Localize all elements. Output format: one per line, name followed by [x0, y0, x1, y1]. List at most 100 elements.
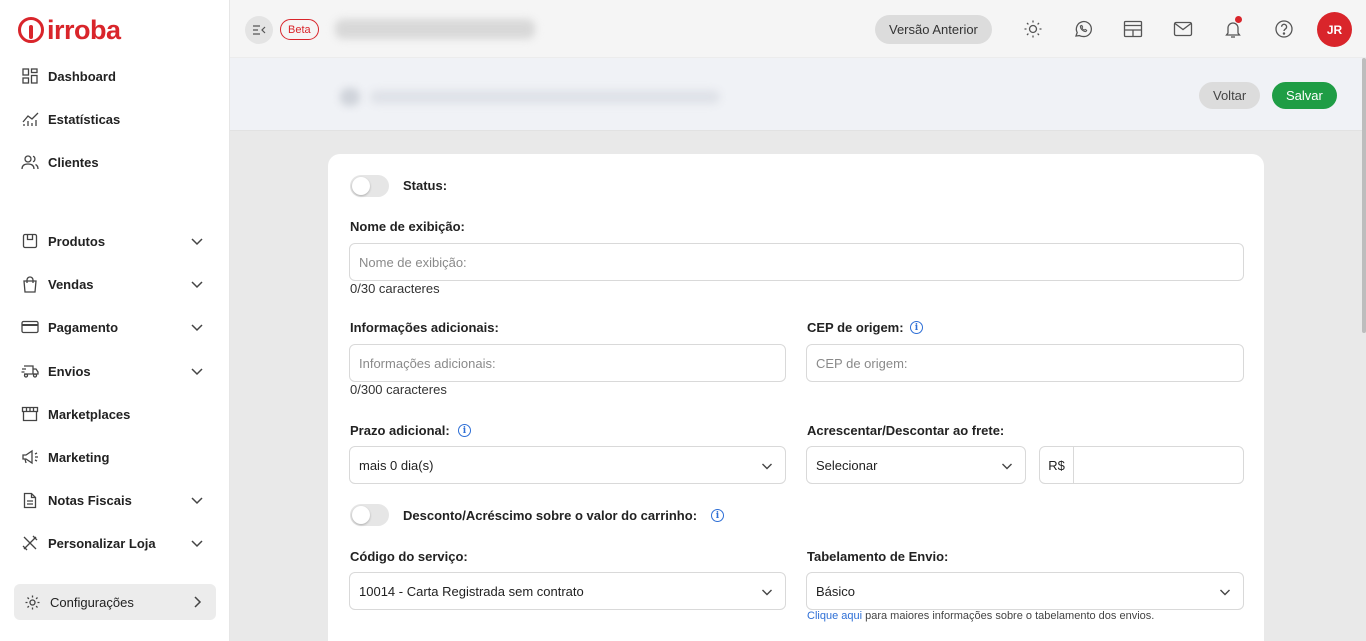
users-icon [20, 152, 40, 172]
sidebar-item-label: Pagamento [48, 319, 119, 335]
chevron-down-icon [762, 463, 772, 470]
display-name-input[interactable]: Nome de exibição: [349, 243, 1244, 281]
invoice-icon [20, 490, 40, 510]
status-label: Status: [403, 178, 448, 193]
sidebar-item-envios[interactable]: Envios [14, 354, 216, 388]
extra-time-value: mais 0 dia(s) [359, 457, 434, 473]
brand-logo-mark [18, 17, 44, 43]
sidebar-item-clientes[interactable]: Clientes [14, 145, 216, 179]
status-toggle[interactable] [350, 175, 389, 197]
cart-discount-toggle[interactable] [350, 504, 389, 526]
sidebar-item-marketing[interactable]: Marketing [14, 440, 216, 474]
whatsapp-icon[interactable] [1072, 18, 1094, 40]
layout-icon[interactable] [1122, 18, 1144, 40]
origin-cep-label: CEP de origem: [807, 320, 904, 335]
chevron-down-icon [191, 238, 203, 246]
chevron-down-icon [191, 281, 203, 289]
mail-icon[interactable] [1172, 18, 1194, 40]
sidebar-item-pagamento[interactable]: Pagamento [14, 310, 216, 344]
beta-badge: Beta [280, 19, 319, 40]
store-icon [20, 404, 40, 424]
chevron-right-icon [194, 596, 202, 608]
sidebar-item-marketplaces[interactable]: Marketplaces [14, 397, 216, 431]
sidebar-item-personalizar-loja[interactable]: Personalizar Loja [14, 526, 216, 560]
service-code-value: 10014 - Carta Registrada sem contrato [359, 583, 584, 599]
sidebar-item-label: Produtos [48, 233, 106, 249]
chevron-down-icon [191, 368, 203, 376]
extra-time-select[interactable]: mais 0 dia(s) [349, 446, 786, 484]
freight-adjust-label: Acrescentar/Descontar ao frete: [807, 423, 1005, 438]
sun-icon[interactable] [1022, 18, 1044, 40]
store-name-redacted [335, 19, 535, 39]
collapse-menu-icon [253, 25, 266, 35]
sidebar-item-label: Notas Fiscais [48, 492, 132, 508]
brand-logo[interactable]: irroba [18, 14, 121, 46]
dashboard-icon [20, 66, 40, 86]
gear-icon [22, 592, 42, 612]
sidebar-item-configuracoes[interactable]: Configurações [14, 584, 216, 620]
sidebar-item-label: Personalizar Loja [48, 535, 156, 551]
origin-cep-input[interactable]: CEP de origem: [806, 344, 1244, 382]
collapse-sidebar-button[interactable] [245, 16, 273, 44]
additional-info-input[interactable]: Informações adicionais: [349, 344, 786, 382]
display-name-counter: 0/30 caracteres [350, 281, 440, 296]
sidebar-item-notas-fiscais[interactable]: Notas Fiscais [14, 483, 216, 517]
page-scrollbar[interactable] [1362, 58, 1366, 333]
sidebar-item-vendas[interactable]: Vendas [14, 267, 216, 301]
page-icon-redacted [340, 88, 360, 106]
sidebar-item-label: Clientes [48, 154, 99, 170]
sidebar-item-label: Marketing [48, 449, 110, 465]
additional-info-counter: 0/300 caracteres [350, 382, 447, 397]
previous-version-button[interactable]: Versão Anterior [875, 15, 992, 44]
shipping-method-form: Status: Nome de exibição: Nome de exibiç… [328, 154, 1264, 641]
shipping-table-help: Clique aqui para maiores informações sob… [807, 610, 1154, 622]
sidebar-item-label: Configurações [50, 594, 134, 610]
megaphone-icon [20, 447, 40, 467]
notification-dot [1235, 16, 1242, 23]
credit-card-icon [20, 317, 40, 337]
truck-icon [20, 361, 40, 381]
currency-prefix: R$ [1040, 447, 1074, 483]
additional-info-label: Informações adicionais: [350, 320, 499, 335]
tools-icon [20, 533, 40, 553]
chevron-down-icon [762, 589, 772, 596]
shipping-table-help-link[interactable]: Clique aqui [807, 610, 862, 622]
info-icon[interactable]: i [711, 509, 724, 522]
display-name-placeholder: Nome de exibição: [359, 254, 467, 270]
freight-adjust-amount-input[interactable]: R$ [1039, 446, 1244, 484]
sidebar-item-produtos[interactable]: Produtos [14, 224, 216, 258]
sidebar-item-label: Envios [48, 363, 91, 379]
service-code-select[interactable]: 10014 - Carta Registrada sem contrato [349, 572, 786, 610]
sidebar-item-estatisticas[interactable]: Estatísticas [14, 102, 216, 136]
freight-adjust-select[interactable]: Selecionar [806, 446, 1026, 484]
additional-info-placeholder: Informações adicionais: [359, 355, 496, 371]
origin-cep-placeholder: CEP de origem: [816, 355, 908, 371]
extra-time-label: Prazo adicional: [350, 423, 450, 438]
shipping-table-help-text: para maiores informações sobre o tabelam… [862, 610, 1155, 622]
back-button[interactable]: Voltar [1199, 82, 1261, 109]
chevron-down-icon [191, 540, 203, 548]
info-icon[interactable]: i [458, 424, 471, 437]
shipping-table-select[interactable]: Básico [806, 572, 1244, 610]
help-icon[interactable] [1273, 18, 1295, 40]
sidebar-item-label: Dashboard [48, 68, 116, 84]
shipping-table-label: Tabelamento de Envio: [807, 549, 949, 564]
service-code-label: Código do serviço: [350, 549, 468, 564]
info-icon[interactable]: i [910, 321, 923, 334]
shipping-table-value: Básico [816, 583, 856, 599]
save-button[interactable]: Salvar [1272, 82, 1337, 109]
bell-icon[interactable] [1222, 16, 1244, 40]
chart-line-icon [20, 109, 40, 129]
sidebar-item-label: Vendas [48, 276, 94, 292]
cart-discount-label: Desconto/Acréscimo sobre o valor do carr… [403, 508, 698, 523]
user-avatar[interactable]: JR [1317, 12, 1352, 47]
page-header-bar: Voltar Salvar [230, 58, 1366, 131]
display-name-label: Nome de exibição: [350, 219, 465, 234]
freight-adjust-value: Selecionar [816, 457, 878, 473]
box-icon [20, 231, 40, 251]
chevron-down-icon [191, 324, 203, 332]
chevron-down-icon [1002, 463, 1012, 470]
sidebar-item-label: Estatísticas [48, 111, 121, 127]
sidebar-item-dashboard[interactable]: Dashboard [14, 59, 216, 93]
topbar: Beta Versão Anterior JR [230, 0, 1366, 58]
